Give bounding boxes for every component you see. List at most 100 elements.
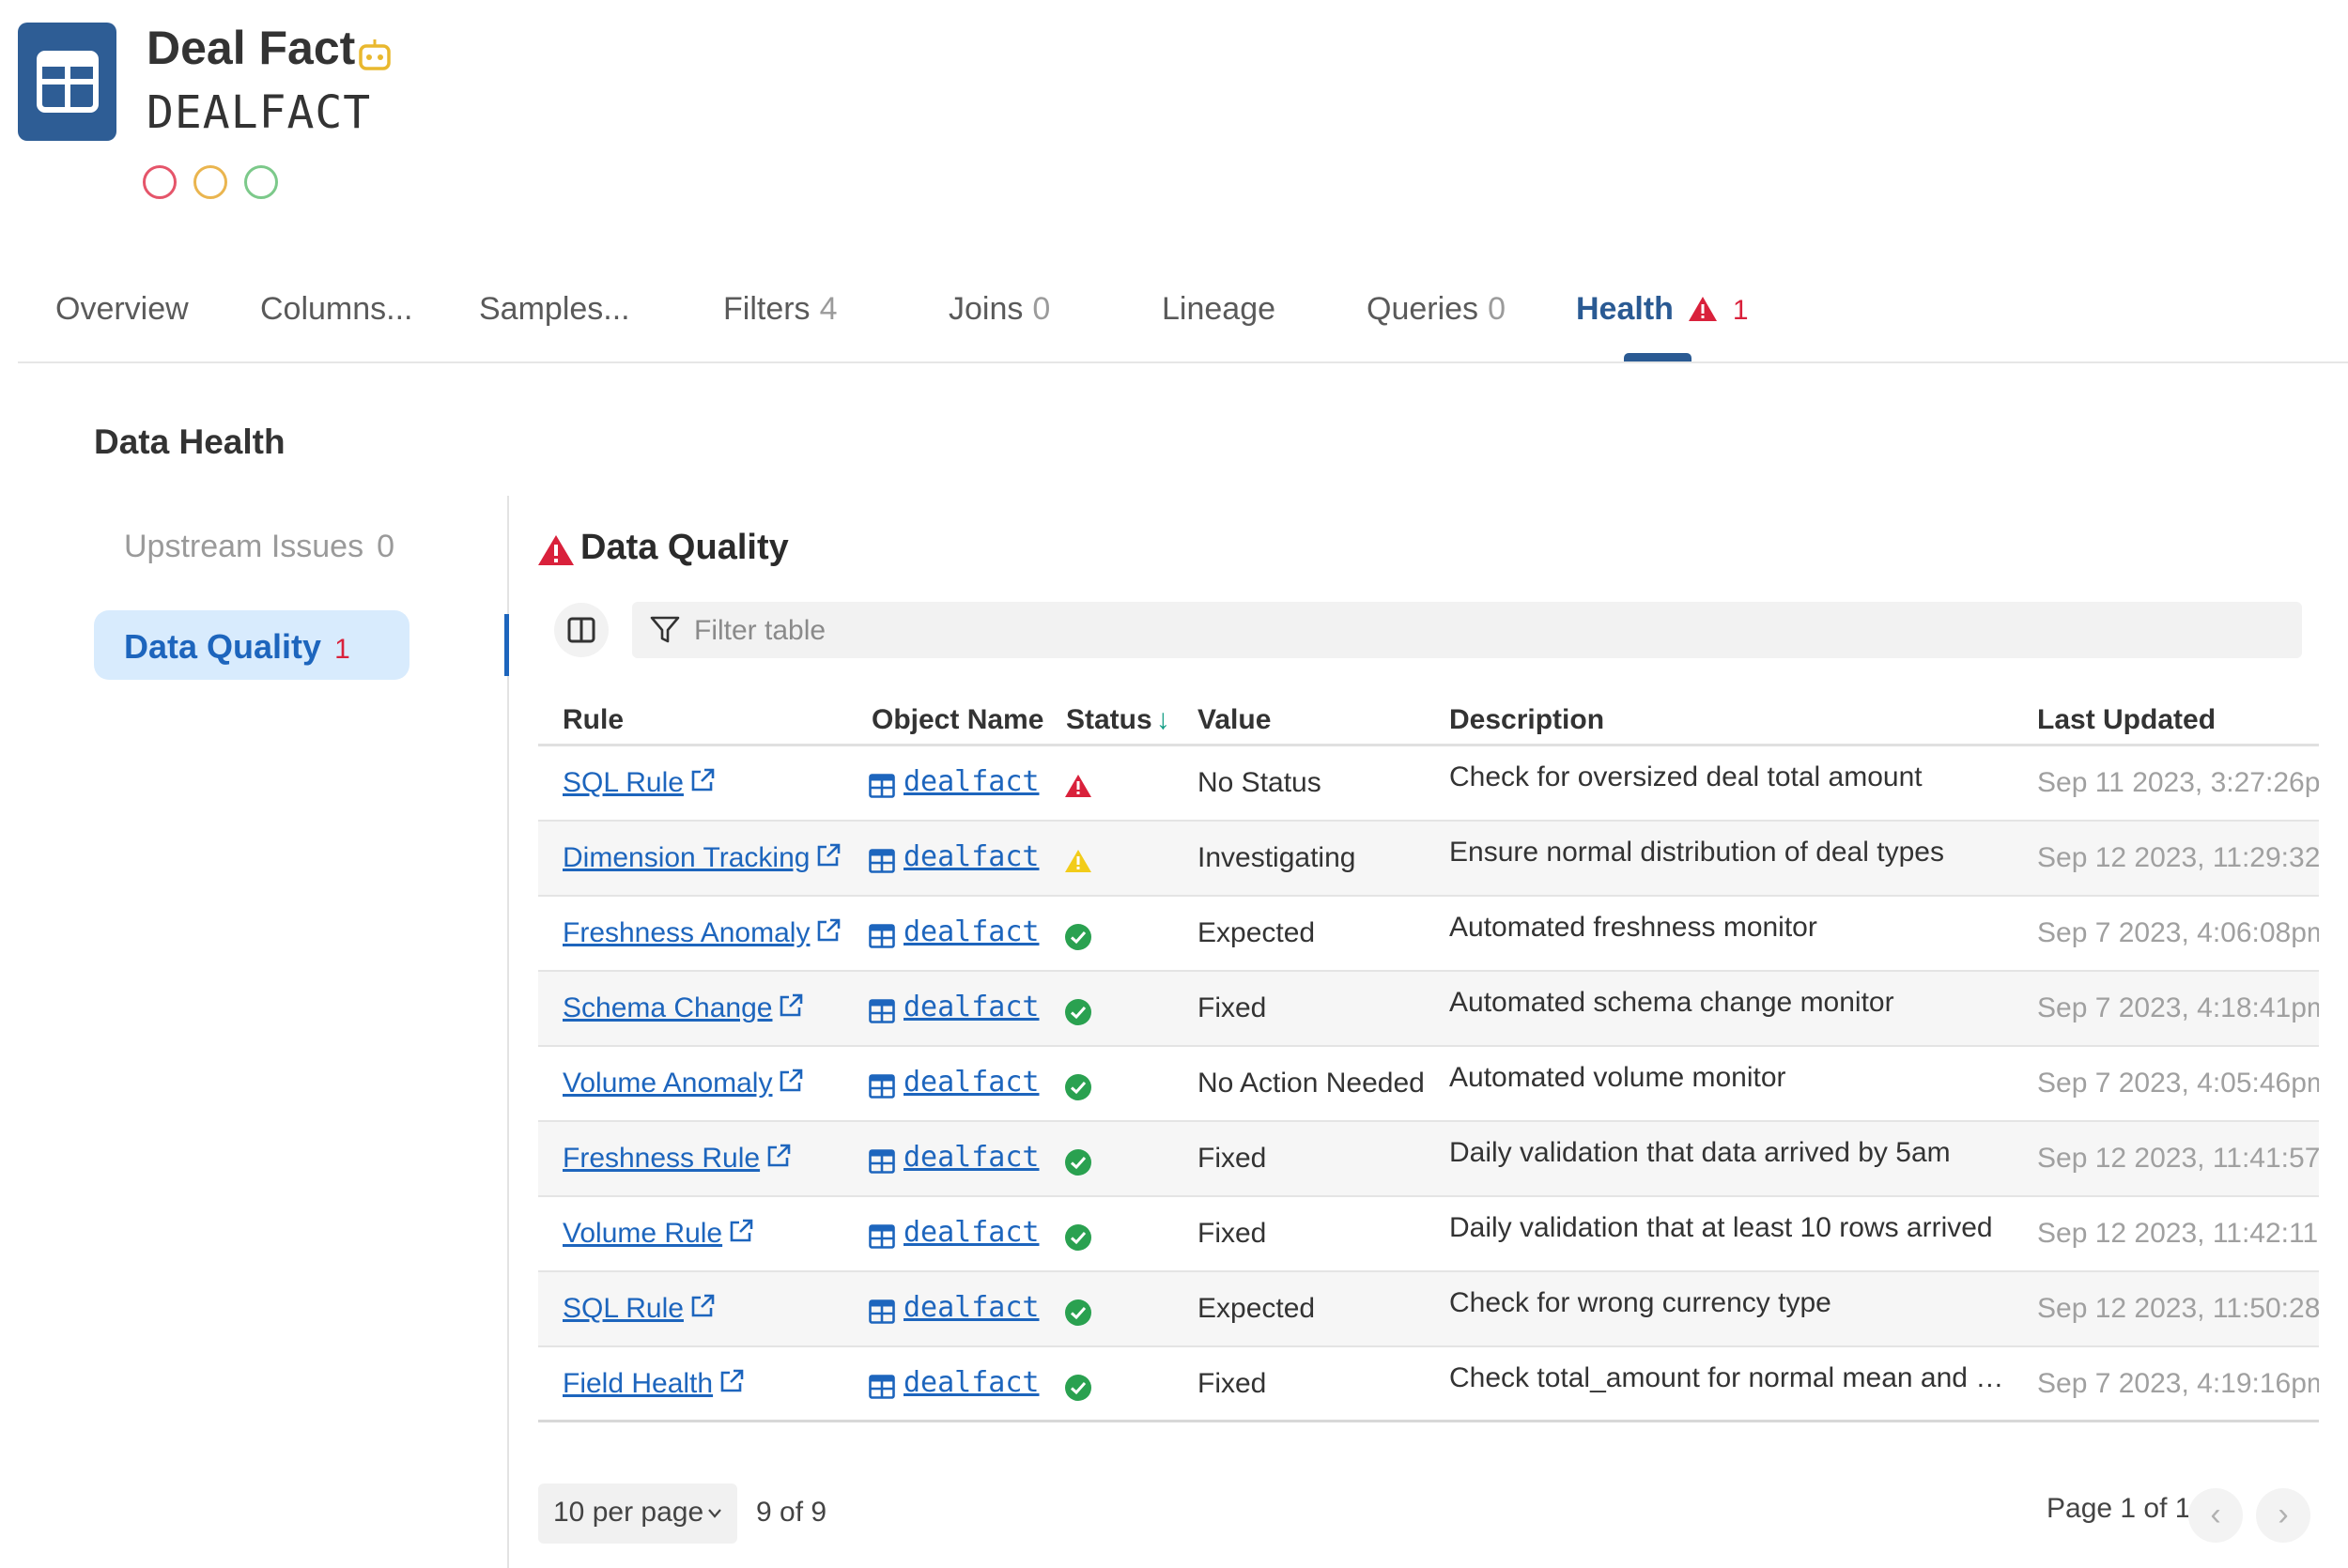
filter-bar[interactable] bbox=[632, 602, 2302, 658]
object-name-link[interactable]: dealfact bbox=[904, 1066, 1040, 1099]
table-row[interactable]: Freshness Anomaly dealfact Expected Automat… bbox=[538, 897, 2319, 972]
tab-joins[interactable]: Joins 0 bbox=[949, 291, 1050, 328]
rule-link[interactable]: Volume Rule bbox=[563, 1218, 754, 1250]
page-subtitle: DEALFACT bbox=[147, 86, 372, 139]
table-row[interactable]: SQL Rule dealfact Expected Check for wrong … bbox=[538, 1272, 2319, 1347]
red-status-dot bbox=[143, 165, 177, 199]
status-value: No Status bbox=[1197, 767, 1321, 798]
last-updated: Sep 12 2023, 11:29:32am bbox=[2037, 842, 2319, 873]
tab-filters[interactable]: Filters 4 bbox=[723, 291, 837, 328]
ok-status-icon bbox=[1065, 924, 1091, 950]
object-name-link[interactable]: dealfact bbox=[904, 915, 1040, 948]
status-value: Expected bbox=[1197, 1293, 1316, 1324]
table-icon bbox=[869, 999, 895, 1023]
section-indicator bbox=[504, 614, 509, 676]
prev-page-button[interactable]: ‹ bbox=[2188, 1488, 2243, 1543]
last-updated: Sep 7 2023, 4:05:46pm bbox=[2037, 1068, 2319, 1099]
column-header-description[interactable]: Description bbox=[1449, 704, 1604, 736]
table-row[interactable]: Field Health dealfact Fixed Check total_amo… bbox=[538, 1347, 2319, 1422]
rule-link[interactable]: Dimension Tracking bbox=[563, 842, 842, 874]
table-row[interactable]: Schema Change dealfact Fixed Automated sche… bbox=[538, 972, 2319, 1047]
rule-link[interactable]: Schema Change bbox=[563, 992, 804, 1024]
external-link-icon bbox=[780, 1068, 803, 1092]
table-row[interactable]: Volume Rule dealfact Fixed Daily validation… bbox=[538, 1197, 2319, 1272]
table-icon-tile bbox=[18, 23, 116, 141]
object-name-link[interactable]: dealfact bbox=[904, 1291, 1040, 1324]
yellow-status-dot bbox=[193, 165, 227, 199]
rule-description: Check for wrong currency type bbox=[1449, 1287, 1831, 1318]
row-count: 9 of 9 bbox=[756, 1497, 827, 1528]
object-name-link[interactable]: dealfact bbox=[904, 1366, 1040, 1399]
object-name-link[interactable]: dealfact bbox=[904, 1216, 1040, 1249]
status-value: Investigating bbox=[1197, 842, 1356, 873]
table-row[interactable]: Volume Anomaly dealfact No Action Needed Au… bbox=[538, 1047, 2319, 1122]
per-page-select[interactable]: 10 per page bbox=[538, 1483, 737, 1544]
next-page-button[interactable]: › bbox=[2256, 1488, 2310, 1543]
rule-link[interactable]: Field Health bbox=[563, 1368, 745, 1400]
rule-link[interactable]: Freshness Anomaly bbox=[563, 917, 842, 949]
tab-lineage[interactable]: Lineage bbox=[1162, 291, 1275, 328]
column-toggle-button[interactable] bbox=[554, 603, 609, 657]
chevron-down-icon bbox=[708, 1509, 721, 1518]
table-icon bbox=[869, 1149, 895, 1174]
status-value: Fixed bbox=[1197, 1143, 1267, 1174]
last-updated: Sep 12 2023, 11:41:57am bbox=[2037, 1143, 2319, 1174]
ok-status-icon bbox=[1065, 999, 1091, 1025]
last-updated: Sep 11 2023, 3:27:26pm bbox=[2037, 767, 2319, 798]
rule-description: Check for oversized deal total amount bbox=[1449, 761, 1923, 792]
ok-status-icon bbox=[1065, 1149, 1091, 1176]
table-row[interactable]: SQL Rule dealfact No Status Check for overs… bbox=[538, 746, 2319, 822]
rule-link[interactable]: Freshness Rule bbox=[563, 1143, 792, 1175]
column-header-value[interactable]: Value bbox=[1197, 704, 1271, 736]
column-header-object-name[interactable]: Object Name bbox=[872, 704, 1043, 736]
external-link-icon bbox=[767, 1144, 791, 1167]
rule-link[interactable]: SQL Rule bbox=[563, 1293, 716, 1325]
object-name-link[interactable]: dealfact bbox=[904, 991, 1040, 1023]
section-title: Data Quality bbox=[580, 528, 789, 567]
rule-link[interactable]: SQL Rule bbox=[563, 767, 716, 799]
rule-description: Ensure normal distribution of deal types bbox=[1449, 837, 1944, 868]
external-link-icon bbox=[730, 1219, 753, 1242]
table-icon bbox=[869, 849, 895, 873]
rule-description: Automated freshness monitor bbox=[1449, 912, 1817, 943]
status-value: Fixed bbox=[1197, 1218, 1267, 1249]
last-updated: Sep 12 2023, 11:50:28am bbox=[2037, 1293, 2319, 1324]
ok-status-icon bbox=[1065, 1074, 1091, 1100]
filter-input[interactable] bbox=[692, 607, 2274, 654]
tabs-divider bbox=[18, 361, 2348, 363]
table-icon bbox=[869, 924, 895, 948]
tab-queries[interactable]: Queries 0 bbox=[1367, 291, 1506, 328]
tab-health[interactable]: Health 1 bbox=[1576, 291, 1749, 328]
robot-icon bbox=[359, 39, 391, 70]
rule-description: Daily validation that at least 10 rows a… bbox=[1449, 1212, 1993, 1243]
table-icon bbox=[869, 1299, 895, 1324]
status-value: Fixed bbox=[1197, 1368, 1267, 1399]
column-header-status[interactable]: Status ↓ bbox=[1066, 704, 1170, 736]
column-header-last-updated[interactable]: Last Updated bbox=[2037, 704, 2216, 736]
external-link-icon bbox=[818, 843, 841, 867]
rule-description: Automated volume monitor bbox=[1449, 1062, 1786, 1093]
column-header-rule[interactable]: Rule bbox=[563, 704, 624, 736]
sidebar-item-data-quality-label[interactable]: Data Quality 1 bbox=[124, 627, 350, 667]
data-health-title: Data Health bbox=[94, 423, 286, 461]
sort-desc-icon: ↓ bbox=[1155, 704, 1170, 735]
warning-status-icon bbox=[1065, 850, 1091, 872]
tab-samples[interactable]: Samples... bbox=[479, 291, 630, 328]
green-status-dot bbox=[244, 165, 278, 199]
ok-status-icon bbox=[1065, 1299, 1091, 1326]
rule-description: Daily validation that data arrived by 5a… bbox=[1449, 1137, 1951, 1168]
rule-link[interactable]: Volume Anomaly bbox=[563, 1068, 804, 1099]
columns-icon bbox=[567, 617, 595, 643]
table-icon bbox=[869, 1074, 895, 1099]
table-row[interactable]: Freshness Rule dealfact Fixed Daily validat… bbox=[538, 1122, 2319, 1197]
object-name-link[interactable]: dealfact bbox=[904, 765, 1040, 798]
object-name-link[interactable]: dealfact bbox=[904, 1141, 1040, 1174]
object-name-link[interactable]: dealfact bbox=[904, 840, 1040, 873]
tab-overview[interactable]: Overview bbox=[55, 291, 189, 328]
table-icon bbox=[37, 51, 99, 113]
table-icon bbox=[869, 774, 895, 798]
tab-columns[interactable]: Columns... bbox=[260, 291, 413, 328]
table-row[interactable]: Dimension Tracking dealfact Investigating E… bbox=[538, 822, 2319, 897]
sidebar-item-upstream-issues[interactable]: Upstream Issues 0 bbox=[124, 529, 394, 565]
ok-status-icon bbox=[1065, 1224, 1091, 1251]
